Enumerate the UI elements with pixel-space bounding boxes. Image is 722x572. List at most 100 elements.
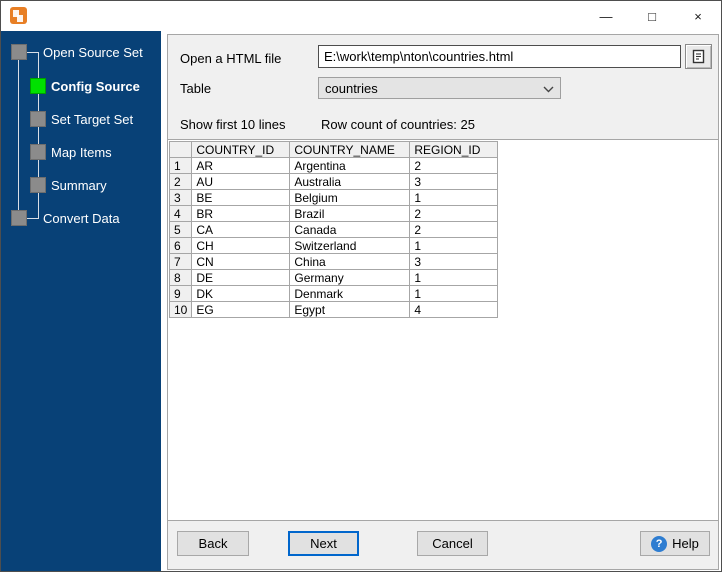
table-cell: Belgium [289, 189, 411, 206]
table-cell: 1 [409, 189, 499, 206]
wizard-step-open-source-set[interactable]: Open Source Set [1, 44, 161, 60]
wizard-step-label: Summary [51, 178, 107, 193]
table-cell: 1 [409, 237, 499, 254]
tree-connector-line [18, 52, 19, 218]
table-cell: Canada [289, 221, 411, 238]
table-select[interactable]: countries [318, 77, 561, 99]
app-icon-glyph [17, 15, 23, 22]
table-row[interactable]: 8 DE Germany 1 [168, 269, 499, 286]
row-number-cell: 7 [168, 253, 193, 270]
step-square-icon [11, 210, 27, 226]
table-cell: AR [191, 157, 291, 174]
table-cell: CH [191, 237, 291, 254]
table-row[interactable]: 6 CH Switzerland 1 [168, 237, 499, 254]
wizard-step-label: Convert Data [43, 211, 120, 226]
file-document-icon [692, 49, 705, 64]
table-cell: Brazil [289, 205, 411, 222]
column-header: COUNTRY_ID [191, 141, 291, 158]
row-number-cell: 3 [168, 189, 193, 206]
open-file-label: Open a HTML file [180, 51, 282, 66]
help-button[interactable]: ? Help [640, 531, 710, 556]
table-cell: Germany [289, 269, 411, 286]
table-cell: Denmark [289, 285, 411, 302]
table-cell: China [289, 253, 411, 270]
wizard-sidebar: Open Source Set Config Source Set Target S… [1, 31, 161, 571]
row-number-cell: 10 [168, 301, 193, 318]
maximize-button[interactable]: □ [629, 1, 675, 31]
table-label: Table [180, 81, 212, 96]
table-cell: 3 [409, 253, 499, 270]
wizard-step-label: Open Source Set [43, 45, 143, 60]
cancel-button[interactable]: Cancel [417, 531, 488, 556]
app-icon [10, 7, 27, 24]
table-cell: BE [191, 189, 291, 206]
help-question-icon: ? [651, 535, 668, 552]
back-button[interactable]: Back [177, 531, 249, 556]
table-cell: BR [191, 205, 291, 222]
config-source-panel: Open a HTML file Table countries [167, 34, 719, 570]
wizard-step-set-target-set[interactable]: Set Target Set [1, 111, 161, 127]
source-form: Open a HTML file Table countries [168, 35, 718, 139]
wizard-step-summary[interactable]: Summary [1, 177, 161, 193]
table-cell: Switzerland [289, 237, 411, 254]
chevron-down-icon [543, 81, 554, 96]
table-row[interactable]: 9 DK Denmark 1 [168, 285, 499, 302]
wizard-step-convert-data[interactable]: Convert Data [1, 210, 161, 226]
table-cell: 4 [409, 301, 499, 318]
table-cell: 2 [409, 205, 499, 222]
table-row[interactable]: 5 CA Canada 2 [168, 221, 499, 238]
table-row[interactable]: 3 BE Belgium 1 [168, 189, 499, 206]
table-cell: 1 [409, 269, 499, 286]
file-path-input[interactable] [318, 45, 681, 68]
table-cell: DE [191, 269, 291, 286]
close-button[interactable]: × [675, 1, 721, 31]
row-number-cell: 4 [168, 205, 193, 222]
minimize-button[interactable]: — [583, 1, 629, 31]
row-number-cell: 2 [168, 173, 193, 190]
table-row[interactable]: 2 AU Australia 3 [168, 173, 499, 190]
wizard-step-map-items[interactable]: Map Items [1, 144, 161, 160]
step-square-icon [11, 44, 27, 60]
table-row[interactable]: 7 CN China 3 [168, 253, 499, 270]
browse-file-button[interactable] [685, 44, 712, 69]
table-select-value: countries [325, 80, 378, 96]
preview-table: COUNTRY_ID COUNTRY_NAME REGION_ID 1 AR Argent… [168, 141, 499, 318]
row-number-cell: 1 [168, 157, 193, 174]
wizard-step-label: Config Source [51, 79, 140, 94]
active-step-square-icon [30, 78, 46, 94]
content-area: Open a HTML file Table countries [161, 31, 721, 571]
table-cell: DK [191, 285, 291, 302]
table-cell: CN [191, 253, 291, 270]
app-window: — □ × Open Source Set Config Source Set Ta… [0, 0, 722, 572]
help-button-label: Help [672, 536, 699, 551]
table-row[interactable]: 4 BR Brazil 2 [168, 205, 499, 222]
table-row[interactable]: 10 EG Egypt 4 [168, 301, 499, 318]
table-cell: Argentina [289, 157, 411, 174]
row-number-cell: 5 [168, 221, 193, 238]
table-header-row: COUNTRY_ID COUNTRY_NAME REGION_ID [168, 141, 499, 158]
footer-bar: Back Next Cancel ? Help [168, 521, 718, 569]
tree-connector-line [38, 52, 39, 218]
table-row[interactable]: 1 AR Argentina 2 [168, 157, 499, 174]
table-cell: 3 [409, 173, 499, 190]
table-cell: 2 [409, 221, 499, 238]
preview-area: COUNTRY_ID COUNTRY_NAME REGION_ID 1 AR Argent… [168, 139, 718, 521]
wizard-step-config-source[interactable]: Config Source [1, 78, 161, 94]
row-number-cell: 9 [168, 285, 193, 302]
row-number-header [168, 141, 193, 158]
window-controls: — □ × [583, 1, 721, 31]
table-cell: 2 [409, 157, 499, 174]
show-lines-label: Show first 10 lines [180, 117, 286, 132]
step-square-icon [30, 177, 46, 193]
row-count-label: Row count of countries: 25 [321, 117, 475, 132]
step-square-icon [30, 144, 46, 160]
table-cell: EG [191, 301, 291, 318]
row-number-cell: 8 [168, 269, 193, 286]
wizard-step-label: Set Target Set [51, 112, 134, 127]
column-header: REGION_ID [409, 141, 499, 158]
column-header: COUNTRY_NAME [289, 141, 411, 158]
next-button[interactable]: Next [288, 531, 359, 556]
wizard-step-label: Map Items [51, 145, 112, 160]
table-cell: 1 [409, 285, 499, 302]
table-cell: AU [191, 173, 291, 190]
